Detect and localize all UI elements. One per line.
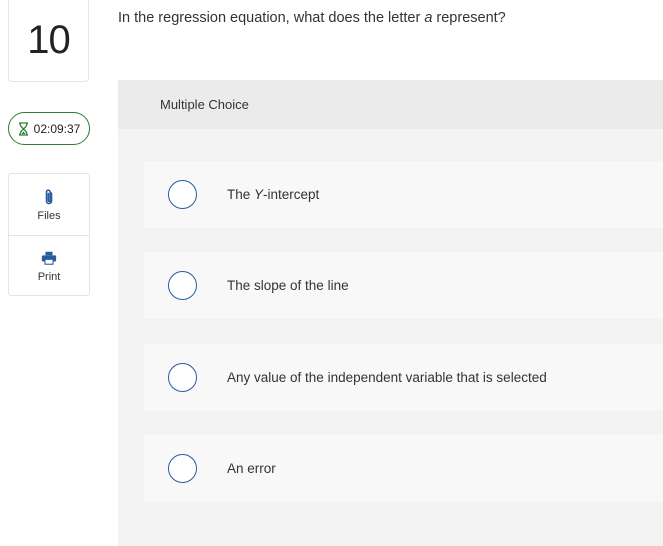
timer-value: 02:09:37 <box>33 121 81 136</box>
radio-button[interactable] <box>168 454 197 483</box>
files-label: Files <box>37 209 61 222</box>
question-type-label: Multiple Choice <box>160 97 249 112</box>
print-label: Print <box>37 271 61 283</box>
choice-option-2[interactable]: The slope of the line <box>144 252 663 319</box>
hourglass-icon <box>18 121 28 136</box>
radio-button[interactable] <box>168 363 197 392</box>
choice-label: The slope of the line <box>227 278 349 293</box>
multiple-choice-panel: Multiple Choice The Y-intercept The slop… <box>118 80 663 546</box>
choice-label: The Y-intercept <box>227 187 320 202</box>
choice-option-1[interactable]: The Y-intercept <box>144 161 663 228</box>
choice-option-3[interactable]: Any value of the independent variable th… <box>144 344 663 411</box>
choice-option-4[interactable]: An error <box>144 435 663 502</box>
timer-badge[interactable]: 02:09:37 <box>8 112 90 145</box>
choice-label: An error <box>227 461 276 476</box>
choice-label: Any value of the independent variable th… <box>227 370 547 385</box>
radio-button[interactable] <box>168 271 197 300</box>
question-number-card: 10 <box>8 0 89 82</box>
printer-icon <box>41 251 57 265</box>
question-number: 10 <box>27 18 70 62</box>
print-button[interactable]: Print <box>9 235 89 296</box>
paperclip-icon <box>45 188 53 204</box>
radio-button[interactable] <box>168 180 197 209</box>
multiple-choice-header: Multiple Choice <box>118 80 663 129</box>
files-button[interactable]: Files <box>9 174 89 235</box>
tools-panel: Files Print <box>8 173 90 296</box>
question-text: In the regression equation, what does th… <box>118 10 506 26</box>
